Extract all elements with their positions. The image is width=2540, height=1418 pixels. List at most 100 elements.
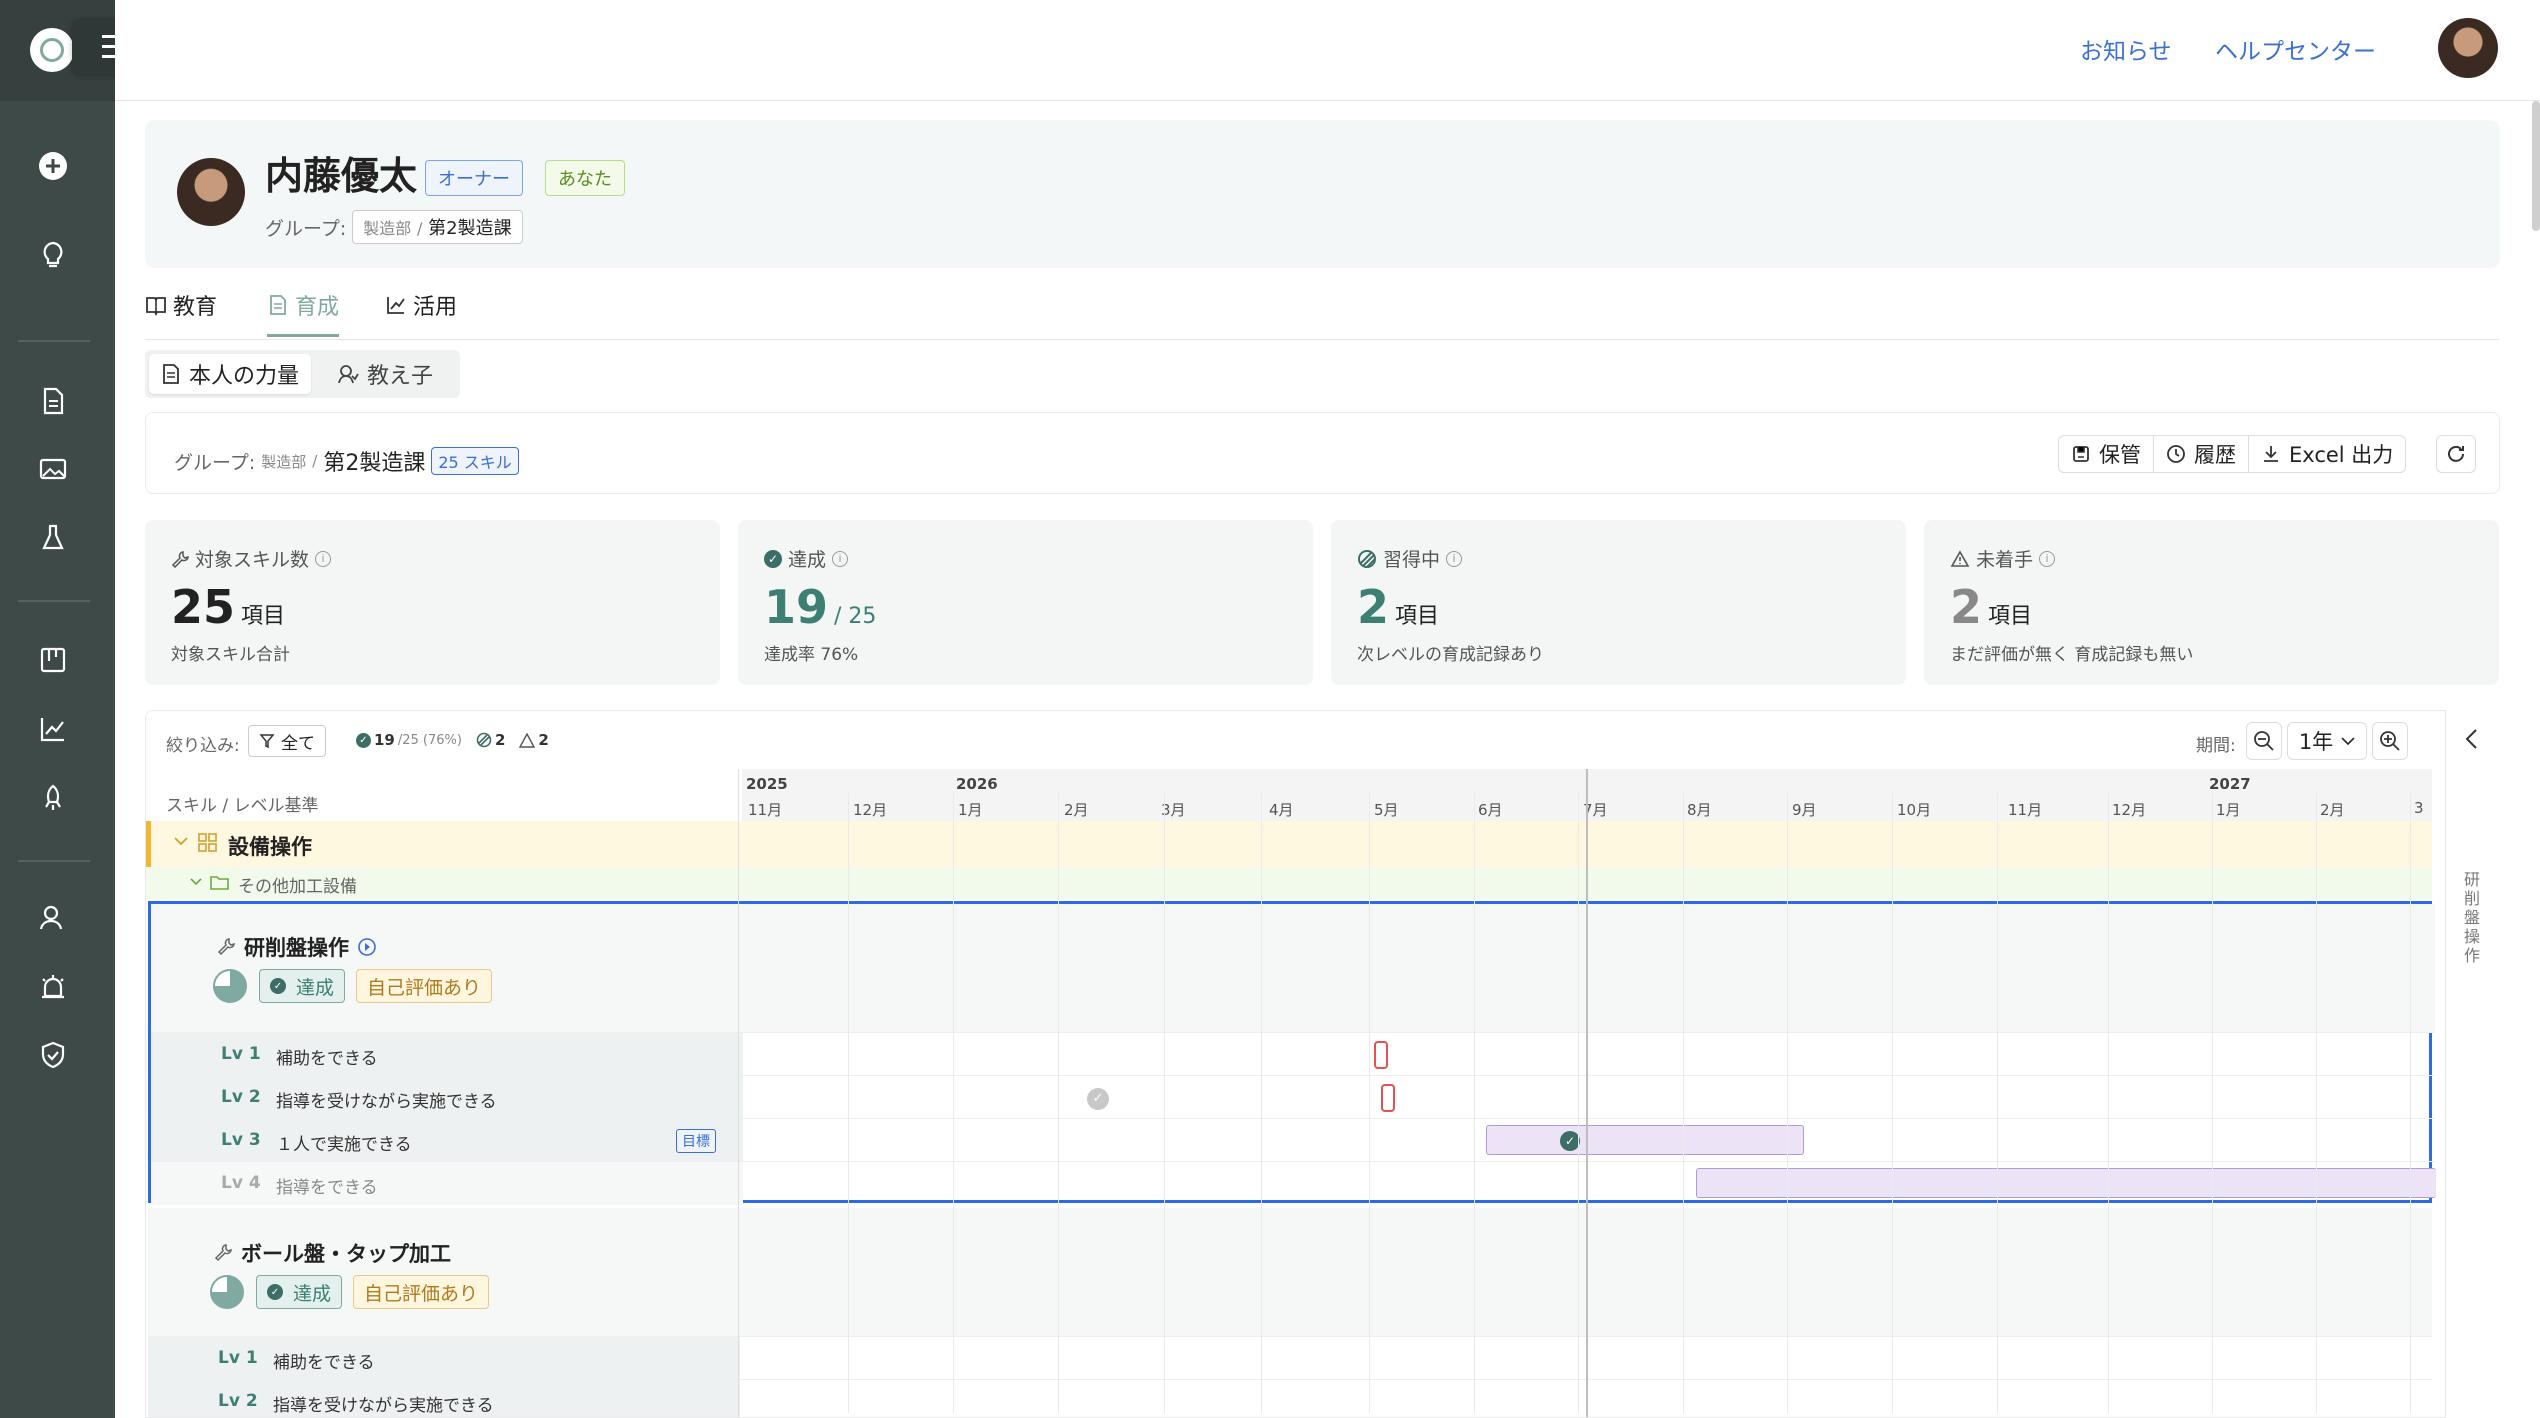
stat-total-skills: 対象スキル数 i 25 項目 対象スキル合計 (145, 520, 720, 685)
skill-header: 研削盤操作 ✓ 達成 自己評価あり (151, 904, 2435, 1032)
user-avatar[interactable] (2438, 18, 2498, 78)
record-marker[interactable] (1374, 1041, 1388, 1069)
level-row[interactable]: Lv 2 指導を受けながら実施できる ✓ (151, 1075, 2435, 1119)
info-icon: i (315, 550, 332, 567)
excel-export-button[interactable]: Excel 出力 (2249, 436, 2405, 472)
stat-untouched: 未着手 i 2 項目 まだ評価が無く 育成記録も無い (1924, 520, 2499, 685)
group-path[interactable]: 製造部 / 第2製造課 (352, 210, 523, 244)
help-center-link[interactable]: ヘルプセンター (2215, 32, 2376, 66)
info-icon: i (832, 550, 849, 567)
chevron-down-icon (174, 837, 188, 846)
tab-utilization[interactable]: 活用 (385, 289, 457, 321)
profile-avatar (177, 158, 245, 226)
shield-check-icon[interactable] (38, 1040, 68, 1070)
chart-icon (387, 297, 405, 314)
level-row[interactable]: Lv 1 補助をできる (148, 1336, 2432, 1380)
book-icon (146, 297, 166, 316)
skill-block-selected[interactable]: 研削盤操作 ✓ 達成 自己評価あり Lv 1 補助をできる Lv 2 指導を受けな… (148, 901, 2436, 1205)
check-circle-icon[interactable]: ✓ (1087, 1088, 1109, 1110)
stat-learning: 習得中 i 2 項目 次レベルの育成記録あり (1331, 520, 1906, 685)
profile-card: 内藤優太 オーナー あなた グループ: 製造部 / 第2製造課 (145, 120, 2500, 268)
today-line (1586, 769, 1588, 1417)
sidebar (0, 0, 140, 1418)
subcategory-row[interactable]: その他加工設備 (146, 867, 2432, 899)
info-icon: i (2039, 550, 2056, 567)
play-circle-icon (358, 938, 376, 956)
refresh-button[interactable] (2436, 435, 2476, 473)
wrench-icon (171, 550, 189, 568)
filter-stats: ✓ 19/25 (76%) 2 2 (356, 731, 549, 749)
group-info: グループ: 製造部 / 第2製造課 25 スキル (174, 445, 519, 477)
category-name: 設備操作 (228, 835, 312, 859)
action-group: 保管 履歴 Excel 出力 (2058, 435, 2407, 473)
filter-row: 絞り込み: 全て ✓ 19/25 (76%) 2 2 期間: 1年 (146, 711, 2499, 771)
skill-count-badge: 25 スキル (431, 447, 519, 475)
people-icon[interactable] (38, 903, 68, 933)
period-select[interactable]: 1年 (2287, 722, 2367, 760)
striped-circle-icon (476, 732, 492, 748)
app-logo-icon[interactable] (30, 28, 74, 72)
warning-icon (1950, 549, 1970, 567)
tab-education[interactable]: 教育 (145, 289, 217, 321)
history-button[interactable]: 履歴 (2154, 436, 2249, 472)
zoom-in-icon (2380, 731, 2400, 751)
zoom-in-button[interactable] (2372, 722, 2408, 760)
training-bar[interactable]: ✓ (1486, 1125, 1804, 1155)
wrench-icon (217, 938, 235, 956)
skill-block[interactable]: ボール盤・タップ加工 ✓ 達成 自己評価あり Lv 1 補助をできる Lv 2 指… (148, 1208, 2432, 1417)
group-label: グループ: (265, 217, 347, 240)
panel-vertical-label: 研削盤操作 (2464, 870, 2481, 965)
document-icon[interactable] (38, 386, 68, 416)
rocket-icon[interactable] (38, 783, 68, 813)
line-chart-icon[interactable] (38, 714, 68, 744)
subcategory-name: その他加工設備 (238, 877, 357, 897)
skill-timeline: 絞り込み: 全て ✓ 19/25 (76%) 2 2 期間: 1年 スキル / レ… (145, 710, 2500, 1418)
user-name: 内藤優太 (265, 154, 418, 198)
level-row[interactable]: Lv 4 指導をできる (151, 1161, 2436, 1205)
tab-training[interactable]: 育成 (267, 289, 339, 321)
refresh-icon (2448, 445, 2464, 462)
active-tab-indicator (267, 334, 339, 337)
alarm-icon[interactable] (38, 972, 68, 1002)
main-tabs: 教育 育成 活用 (145, 285, 2500, 340)
level-row[interactable]: Lv 3 １人で実施できる 目標 ✓ (151, 1118, 2435, 1162)
self-eval-badge: 自己評価あり (353, 1275, 490, 1309)
subtab-own-skill[interactable]: 本人の力量 (149, 354, 312, 394)
archive-button[interactable]: 保管 (2059, 436, 2154, 472)
document-icon (270, 295, 286, 315)
subtab-mentees[interactable]: 教え子 (325, 354, 445, 394)
filter-all-button[interactable]: 全て (248, 725, 326, 757)
self-eval-badge: 自己評価あり (356, 969, 493, 1003)
zoom-out-button[interactable] (2246, 722, 2282, 760)
category-row[interactable]: 設備操作 (146, 821, 2432, 867)
info-icon: i (1446, 550, 1463, 567)
owner-badge: オーナー (425, 160, 523, 196)
group-name: 第2製造課 (323, 451, 426, 476)
achieved-badge: ✓ 達成 (259, 969, 346, 1003)
you-badge: あなた (545, 160, 625, 196)
add-icon[interactable] (38, 151, 68, 181)
chevron-left-icon[interactable] (2464, 728, 2480, 750)
lightbulb-icon[interactable] (38, 240, 68, 270)
level-row[interactable]: Lv 2 指導を受けながら実施できる (148, 1379, 2432, 1417)
archive-icon (2073, 446, 2089, 462)
grid-icon (198, 833, 217, 852)
flask-icon[interactable] (38, 523, 68, 553)
news-link[interactable]: お知らせ (2080, 32, 2172, 66)
striped-circle-icon (1358, 549, 1376, 568)
check-circle-icon: ✓ (1560, 1131, 1580, 1151)
training-bar[interactable] (1696, 1168, 2436, 1198)
scrollbar[interactable] (2532, 101, 2540, 231)
level-row[interactable]: Lv 1 補助をできる (151, 1032, 2435, 1076)
filter-icon (259, 734, 275, 749)
side-detail-panel: 研削盤操作 (2445, 710, 2500, 1418)
group-info: グループ: 製造部 / 第2製造課 (265, 210, 523, 244)
record-marker[interactable] (1381, 1084, 1395, 1112)
progress-pie (210, 1275, 244, 1309)
chevron-down-icon (190, 878, 202, 886)
skill-header: ボール盤・タップ加工 ✓ 達成 自己評価あり (148, 1208, 2432, 1336)
board-icon[interactable] (38, 645, 68, 675)
achieved-badge: ✓ 達成 (256, 1275, 343, 1309)
check-circle-icon: ✓ (764, 549, 782, 568)
image-icon[interactable] (38, 454, 68, 484)
